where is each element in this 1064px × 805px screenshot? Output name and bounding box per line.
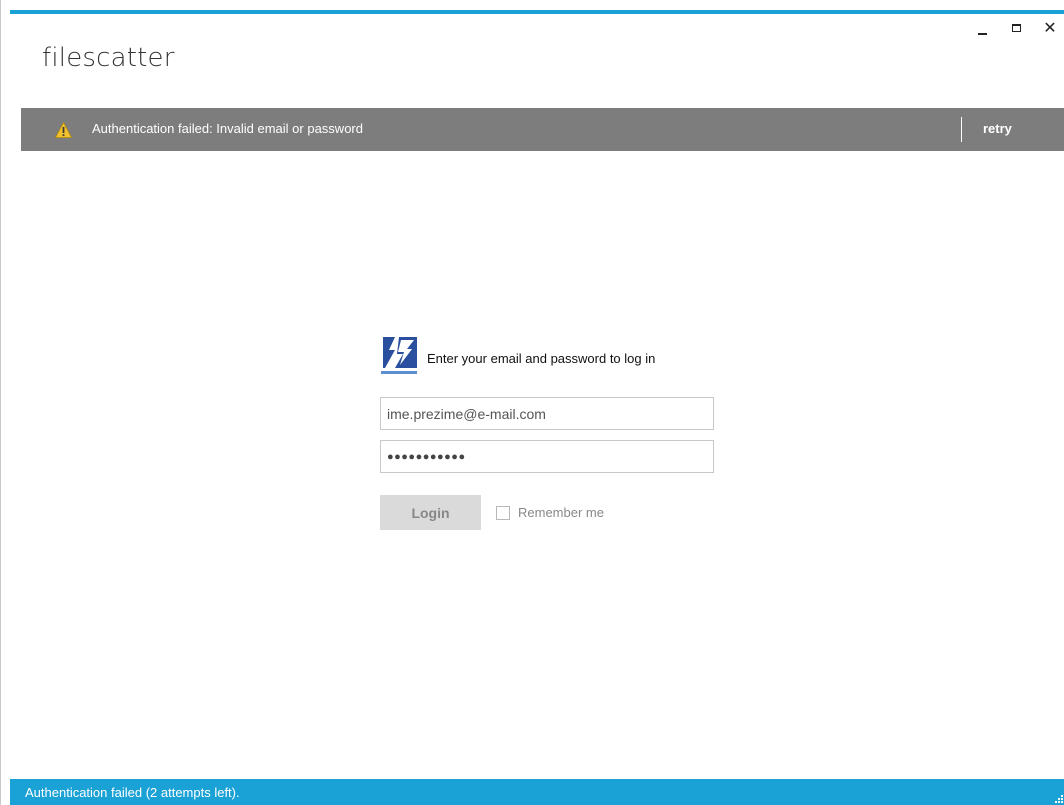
close-icon: ✕ [1043,18,1057,37]
warning-icon [55,122,72,138]
email-field[interactable] [380,397,714,430]
error-message: Authentication failed: Invalid email or … [92,121,363,136]
remember-me-label: Remember me [518,505,604,520]
remember-me[interactable]: Remember me [496,505,604,520]
maximize-icon [1011,24,1021,32]
retry-button[interactable]: retry [983,121,1012,136]
login-prompt: Enter your email and password to log in [427,351,656,366]
remember-me-checkbox[interactable] [496,505,510,520]
password-mask: ●●●●●●●●●●● [387,450,466,463]
login-header [381,334,417,374]
banner-divider [961,117,962,142]
filescatter-logo-icon [381,337,417,374]
close-button[interactable]: ✕ [1042,20,1058,36]
app-title: filescatter [42,43,175,73]
status-text: Authentication failed (2 attempts left). [25,785,240,800]
app-window: filescatter ✕ Authentication failed: Inv… [0,0,1064,805]
maximize-button[interactable] [1008,20,1024,36]
password-field[interactable]: ●●●●●●●●●●● [380,440,714,473]
status-bar: Authentication failed (2 attempts left). [10,779,1064,805]
login-button[interactable]: Login [380,495,481,530]
minimize-icon [977,33,987,35]
minimize-button[interactable] [974,20,990,36]
error-banner: Authentication failed: Invalid email or … [21,108,1064,151]
resize-grip-icon[interactable] [1055,795,1063,803]
window-controls: ✕ [974,20,1058,36]
top-accent-bar [10,10,1064,14]
